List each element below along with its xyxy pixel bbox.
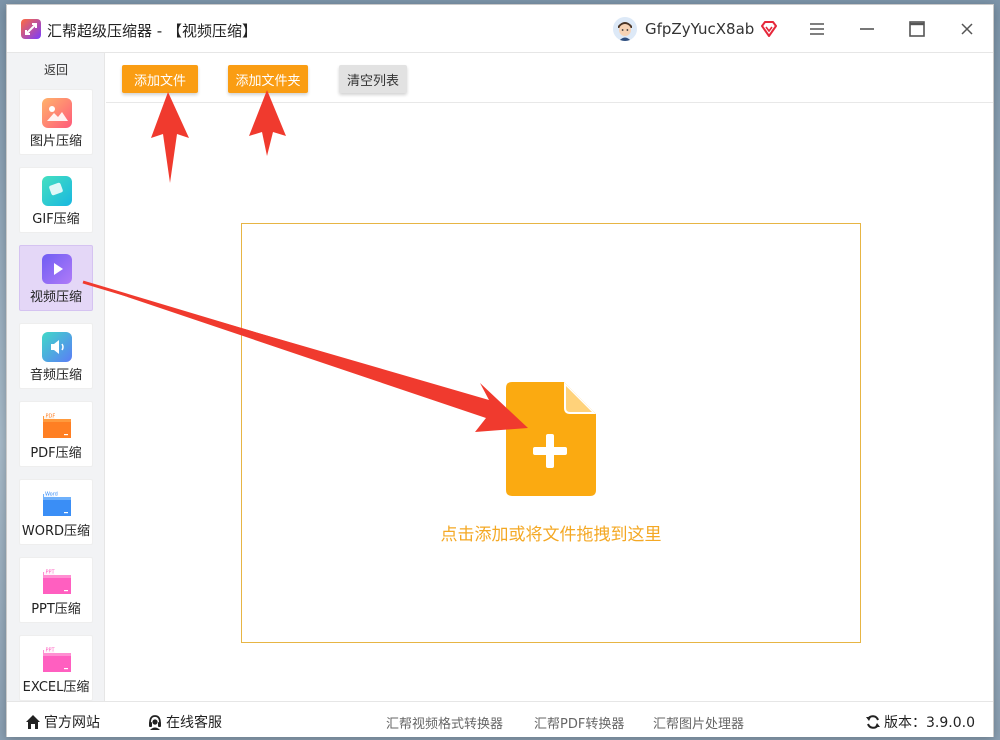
sidebar-item-label: 图片压缩 xyxy=(29,134,82,149)
image-processor-link[interactable]: 汇帮图片处理器 xyxy=(653,713,744,732)
sidebar-item-label: 视频压缩 xyxy=(29,290,82,305)
svg-text:PPT: PPT xyxy=(46,570,56,576)
sidebar: 返回 图片压缩 GIF压缩 视频压缩 音频压缩 PDF PDF压缩 Word W… xyxy=(7,53,105,701)
image-icon xyxy=(42,98,72,128)
svg-text:Word: Word xyxy=(45,492,58,498)
user-avatar[interactable] xyxy=(613,17,637,41)
pdf-converter-link[interactable]: 汇帮PDF转换器 xyxy=(534,713,624,732)
sidebar-item-label: 音频压缩 xyxy=(29,368,82,383)
add-file-icon[interactable] xyxy=(506,382,596,500)
sidebar-item-gif[interactable]: GIF压缩 xyxy=(19,167,93,233)
drop-zone-hint: 点击添加或将文件拖拽到这里 xyxy=(440,525,662,545)
ppt-folder-icon: PPT xyxy=(42,566,72,596)
sidebar-item-image[interactable]: 图片压缩 xyxy=(19,89,93,155)
add-file-button[interactable]: 添加文件 xyxy=(122,65,198,93)
video-converter-link[interactable]: 汇帮视频格式转换器 xyxy=(386,713,503,732)
app-title: 汇帮超级压缩器 - 【视频压缩】 xyxy=(47,22,257,40)
sidebar-item-video[interactable]: 视频压缩 xyxy=(19,245,93,311)
official-website-link[interactable]: 官方网站 xyxy=(25,712,100,732)
username-label[interactable]: GfpZyYucX8ab xyxy=(645,20,754,38)
clear-list-button[interactable]: 清空列表 xyxy=(339,65,407,93)
sidebar-item-excel[interactable]: PPT EXCEL压缩 xyxy=(19,635,93,701)
home-icon xyxy=(26,715,40,729)
refresh-icon xyxy=(866,715,880,729)
app-window: 汇帮超级压缩器 - 【视频压缩】 GfpZyYucX8ab 返回 图片压缩 GI… xyxy=(6,4,994,737)
title-bar: 汇帮超级压缩器 - 【视频压缩】 GfpZyYucX8ab xyxy=(7,5,993,53)
app-logo-icon xyxy=(21,19,41,39)
maximize-icon[interactable] xyxy=(907,19,927,39)
bottom-bar: 官方网站 在线客服 汇帮视频格式转换器 汇帮PDF转换器 汇帮图片处理器 版本：… xyxy=(7,701,993,737)
close-icon[interactable] xyxy=(957,19,977,39)
sidebar-item-label: GIF压缩 xyxy=(32,212,80,227)
excel-folder-icon: PPT xyxy=(42,644,72,674)
svg-text:PPT: PPT xyxy=(46,648,56,654)
sidebar-item-word[interactable]: Word WORD压缩 xyxy=(19,479,93,545)
svg-text:PDF: PDF xyxy=(46,414,56,420)
sidebar-item-audio[interactable]: 音频压缩 xyxy=(19,323,93,389)
video-play-icon xyxy=(42,254,72,284)
headset-icon xyxy=(149,715,161,730)
sidebar-item-label: PPT压缩 xyxy=(31,602,81,617)
toolbar: 添加文件 添加文件夹 清空列表 xyxy=(106,53,993,103)
online-support-link[interactable]: 在线客服 xyxy=(147,712,222,732)
audio-icon xyxy=(42,332,72,362)
pdf-folder-icon: PDF xyxy=(42,410,72,440)
minimize-icon[interactable] xyxy=(857,19,877,39)
gif-icon xyxy=(42,176,72,206)
word-folder-icon: Word xyxy=(42,488,72,518)
sidebar-item-pdf[interactable]: PDF PDF压缩 xyxy=(19,401,93,467)
back-button[interactable]: 返回 xyxy=(7,61,105,78)
menu-icon[interactable] xyxy=(807,19,827,39)
vip-diamond-icon[interactable] xyxy=(760,20,778,42)
add-folder-button[interactable]: 添加文件夹 xyxy=(228,65,308,93)
version-info[interactable]: 版本：3.9.0.0 xyxy=(865,712,975,732)
sidebar-item-label: WORD压缩 xyxy=(21,524,91,539)
sidebar-item-label: PDF压缩 xyxy=(30,446,82,461)
sidebar-item-label: EXCEL压缩 xyxy=(22,680,90,695)
file-drop-zone[interactable]: 点击添加或将文件拖拽到这里 xyxy=(241,223,861,643)
sidebar-item-ppt[interactable]: PPT PPT压缩 xyxy=(19,557,93,623)
